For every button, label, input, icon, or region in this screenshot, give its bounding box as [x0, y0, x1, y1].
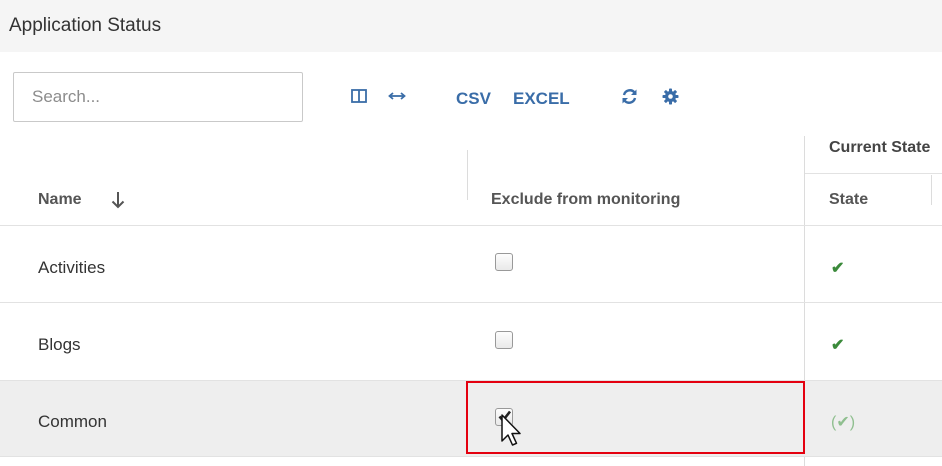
- table-row-selected[interactable]: Common (✔): [0, 381, 942, 456]
- refresh-icon[interactable]: [621, 88, 638, 105]
- page-title: Application Status: [9, 15, 162, 36]
- column-divider: [467, 150, 468, 200]
- title-bar: Application Status: [0, 0, 942, 52]
- gear-icon[interactable]: [662, 88, 679, 105]
- column-header-exclude[interactable]: Exclude from monitoring: [491, 191, 680, 209]
- row-name: Blogs: [38, 335, 81, 354]
- state-ok-icon: ✔: [831, 260, 845, 277]
- column-header-name[interactable]: Name: [38, 191, 82, 209]
- state-ok-muted-icon: (✔): [831, 414, 856, 431]
- exclude-checkbox[interactable]: [495, 253, 513, 271]
- exclude-checkbox[interactable]: [495, 331, 513, 349]
- column-divider: [931, 175, 932, 205]
- current-state-group-header: Current State: [829, 139, 931, 156]
- state-ok-icon: ✔: [831, 337, 845, 354]
- exclude-checkbox-checked[interactable]: [495, 408, 513, 426]
- csv-export-button[interactable]: CSV: [456, 89, 491, 109]
- row-divider: [0, 456, 942, 457]
- table-row[interactable]: Blogs ✔: [0, 303, 942, 380]
- sort-down-arrow-icon[interactable]: [110, 190, 126, 215]
- table-row[interactable]: Activities ✔: [0, 226, 942, 302]
- search-input[interactable]: [13, 72, 303, 122]
- group-header-divider: [805, 173, 942, 174]
- excel-export-button[interactable]: EXCEL: [513, 89, 570, 109]
- column-header-state[interactable]: State: [829, 191, 868, 209]
- row-name: Common: [38, 412, 107, 431]
- resize-horizontal-icon[interactable]: [387, 88, 407, 104]
- columns-icon[interactable]: [351, 88, 367, 104]
- row-name: Activities: [38, 258, 106, 277]
